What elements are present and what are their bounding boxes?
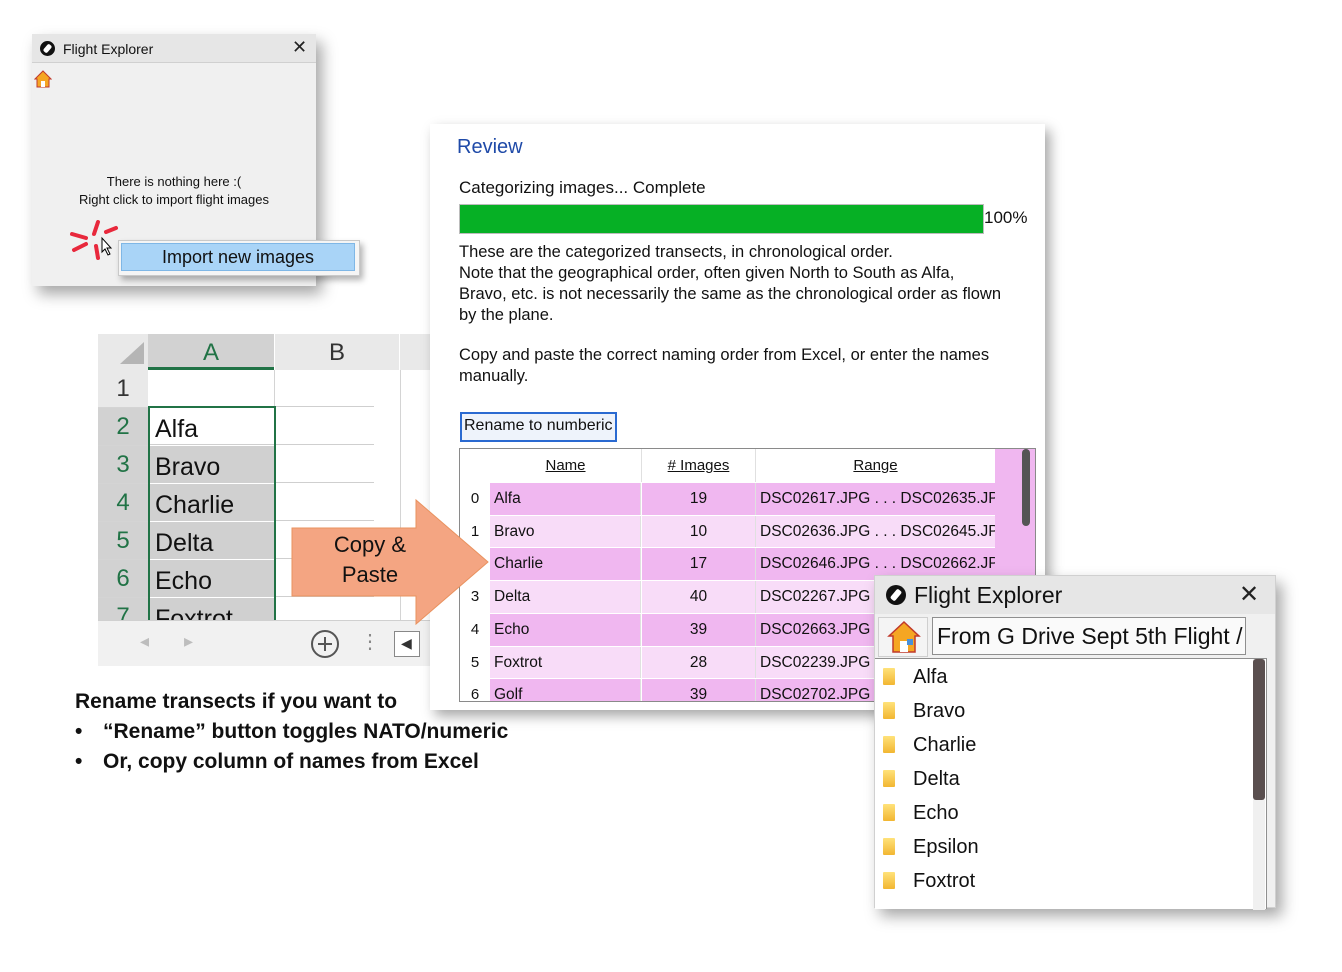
home-icon (887, 620, 921, 653)
row-index: 5 (460, 646, 490, 679)
folder-icon (883, 804, 895, 821)
caption-heading: Rename transects if you want to (75, 690, 398, 713)
name-column-header[interactable]: Name (490, 449, 642, 482)
name-cell[interactable]: Bravo (490, 515, 641, 548)
row-header[interactable]: 2 (98, 408, 148, 446)
scrollbar-thumb[interactable] (1253, 659, 1265, 800)
compass-icon (886, 585, 906, 605)
table-row[interactable]: 1 Bravo 10 DSC02636.JPG . . . DSC02645.JPG (460, 514, 995, 548)
description-line: by the plane. (459, 306, 554, 324)
column-header-b[interactable]: B (275, 334, 399, 370)
window-title: Flight Explorer (63, 41, 154, 57)
compass-icon (40, 41, 55, 56)
folder-icon (883, 702, 895, 719)
name-cell[interactable]: Foxtrot (490, 646, 641, 679)
cell-a1[interactable] (148, 370, 274, 407)
range-column-header[interactable]: Range (756, 449, 995, 482)
folder-list: Alfa Bravo Charlie Delta Echo Epsilon Fo… (875, 658, 1267, 910)
copy-paste-label: Copy & Paste (292, 530, 448, 590)
instruction-line: Copy and paste the correct naming order … (459, 346, 990, 364)
row-header[interactable]: 3 (98, 446, 148, 484)
flight-explorer-large-window: Flight Explorer ✕ From G Drive Sept 5th … (874, 575, 1276, 910)
instruction-line: manually. (459, 367, 529, 385)
import-new-images-menu-item[interactable]: Import new images (121, 243, 355, 271)
name-cell[interactable]: Charlie (490, 548, 641, 581)
close-icon[interactable]: ✕ (1239, 580, 1259, 609)
images-cell: 17 (642, 548, 756, 581)
folder-item[interactable]: Echo (883, 797, 959, 829)
row-header[interactable]: 1 (98, 370, 148, 408)
select-all-corner[interactable] (98, 334, 148, 370)
sheet-tab-bar: ◂ ▸ ⋮ ◀ (98, 620, 430, 666)
add-sheet-icon[interactable] (310, 629, 340, 659)
click-burst-icon (70, 220, 118, 260)
name-cell[interactable]: Echo (490, 613, 641, 646)
empty-message-line2: Right click to import flight images (78, 192, 269, 207)
home-button[interactable] (878, 617, 928, 657)
name-cell[interactable]: Delta (490, 581, 641, 614)
arrow-label-line1: Copy & (333, 532, 407, 557)
description-line: Bravo, etc. is not necessarily the same … (459, 285, 1002, 303)
images-cell: 39 (642, 613, 756, 646)
selection-border (148, 406, 276, 622)
images-cell: 28 (642, 646, 756, 679)
images-cell: 19 (642, 483, 756, 515)
description-line: Note that the geographical order, often … (459, 264, 955, 282)
folder-item[interactable]: Bravo (883, 695, 965, 727)
folder-item[interactable]: Charlie (883, 729, 976, 761)
path-field[interactable]: From G Drive Sept 5th Flight / (932, 617, 1246, 655)
empty-message-line1: There is nothing here :( (106, 174, 242, 189)
range-cell: DSC02636.JPG . . . DSC02645.JPG (756, 515, 995, 548)
progress-percent: 100% (984, 208, 1028, 227)
folder-item[interactable]: Foxtrot (883, 865, 975, 897)
status-text: Categorizing images... Complete (459, 178, 706, 197)
window-titlebar: Flight Explorer ✕ (875, 576, 1275, 614)
caption: Rename transects if you want to “Rename”… (75, 687, 595, 777)
scroll-left-icon[interactable]: ◂ (140, 631, 149, 652)
context-menu: Import new images (118, 240, 360, 276)
column-header-c[interactable] (400, 334, 430, 370)
caption-bullet: Or, copy column of names from Excel (75, 747, 595, 777)
scroll-right-icon[interactable]: ▸ (184, 631, 193, 652)
close-icon[interactable]: ✕ (292, 37, 307, 58)
home-icon[interactable] (34, 70, 52, 88)
table-row[interactable]: 0 Alfa 19 DSC02617.JPG . . . DSC02635.JPG (460, 482, 995, 515)
scrollbar-thumb[interactable] (1022, 449, 1030, 526)
description-line: These are the categorized transects, in … (459, 243, 893, 261)
folder-item[interactable]: Delta (883, 763, 960, 795)
images-cell: 10 (642, 515, 756, 548)
folder-item[interactable]: Alfa (883, 661, 947, 693)
progress-bar-fill (460, 205, 983, 233)
folder-item[interactable]: Epsilon (883, 831, 979, 863)
name-cell[interactable]: Alfa (490, 483, 641, 515)
folder-icon (883, 668, 895, 685)
window-titlebar: Flight Explorer ✕ (32, 34, 316, 63)
folder-list-scrollbar[interactable] (1253, 659, 1265, 910)
caption-bullet: “Rename” button toggles NATO/numeric (75, 717, 595, 747)
progress-bar (459, 204, 984, 234)
images-cell: 39 (642, 679, 756, 701)
images-cell: 40 (642, 581, 756, 614)
images-column-header[interactable]: # Images (642, 449, 756, 482)
review-title: Review (457, 136, 523, 158)
range-cell: DSC02617.JPG . . . DSC02635.JPG (756, 483, 995, 515)
folder-icon (883, 770, 895, 787)
arrow-label-line2: Paste (341, 562, 399, 587)
row-header[interactable]: 5 (98, 522, 148, 560)
rename-button[interactable]: Rename to numberic (460, 412, 617, 442)
row-header[interactable]: 4 (98, 484, 148, 522)
folder-icon (883, 872, 895, 889)
more-icon[interactable]: ⋮ (360, 629, 380, 654)
index-header (460, 449, 490, 482)
folder-icon (883, 736, 895, 753)
column-header-a[interactable]: A (148, 334, 274, 370)
horizontal-scroll-left-button[interactable]: ◀ (394, 631, 420, 657)
window-title: Flight Explorer (914, 582, 1063, 608)
folder-icon (883, 838, 895, 855)
caption-bullets: “Rename” button toggles NATO/numeric Or,… (75, 717, 595, 777)
row-header[interactable]: 6 (98, 560, 148, 598)
